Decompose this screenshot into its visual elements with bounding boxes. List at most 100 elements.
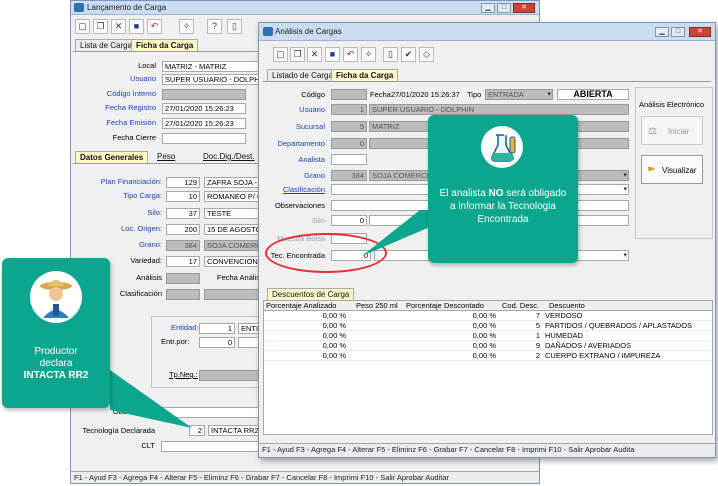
analyst-callout-pre: El analista [439,188,489,199]
tab-descuentos[interactable]: Descuentos de Carga [267,288,355,300]
new-doc-icon[interactable]: ▢ [273,47,288,62]
table-row[interactable]: 0,00 % 0,00 % 7 VERDOSO [264,311,712,321]
table-row[interactable]: 0,00 % 0,00 % 1 HUMEDAD [264,331,712,341]
info-icon[interactable]: ▯ [227,19,242,34]
cell-descuento: PARTIDOS / QUEBRADOS / APLASTADOS [545,321,693,330]
clasificacion-label: Clasificación [119,289,162,298]
table-row[interactable]: 0,00 % 0,00 % 5 PARTIDOS / QUEBRADOS / A… [264,321,712,331]
subtab-peso[interactable]: Peso [153,151,179,163]
analysis-window-title: Análisis de Cargas [275,27,342,36]
delete-icon[interactable]: ✕ [111,19,126,34]
iniciar-button: ⚖ Iniciar [641,116,703,145]
analysis-status-bar: F1 - Ayud F3 - Agrega F4 - Alterar F5 - … [259,443,715,457]
cell-analizado: 0,00 % [322,321,346,330]
fecha-registro-field[interactable]: 27/01/2020 15:26:23 [162,103,246,114]
tipo-code[interactable]: 10 [166,191,200,202]
analista-label: Analista [298,155,325,164]
analysis-minimize-button[interactable]: ▁ [655,27,669,37]
cell-descuento: DAÑADOS / AVERIADOS [545,341,632,350]
producer-line3: INTACTA RR2 [23,370,89,381]
minimize-button[interactable]: ▁ [481,3,495,13]
analyst-callout: El analista NO será obligado a informar … [428,115,578,263]
tipo-label: Tipo Carga: [123,191,162,200]
variedad-code[interactable]: 17 [166,256,200,267]
tipo-select[interactable]: ENTRADA [485,89,553,100]
main-window-title: Lançamento de Carga [87,3,167,12]
departamento-code: 0 [331,138,367,149]
farmer-avatar-icon [30,271,82,323]
entr-code[interactable]: 0 [199,337,235,348]
analisis-label: Análisis [136,273,162,282]
fecha-emision-label: Fecha Emisión [106,118,156,127]
local-label: Local [138,61,156,70]
info-icon[interactable]: ▯ [383,47,398,62]
help-icon[interactable]: ? [207,19,222,34]
cell-cod: 5 [535,321,540,330]
entidad-code[interactable]: 1 [199,323,235,334]
analysis-tab-underline [263,81,711,82]
undo-icon[interactable]: ↶ [147,19,162,34]
subtab-datos-generales[interactable]: Datos Generales [75,151,149,163]
cell-descuento: VERDOSO [545,311,583,320]
sucursal-label: Sucursal [295,122,325,131]
check-icon[interactable]: ✔ [401,47,416,62]
copy-icon[interactable]: ❐ [290,47,305,62]
grano-code: 384 [331,170,367,181]
save-icon[interactable]: ■ [129,19,144,34]
loc-code[interactable]: 200 [166,224,200,235]
delete-icon[interactable]: ✕ [307,47,322,62]
usuario-code: 1 [331,104,367,115]
col-descuento: Descuento [549,301,585,310]
grano-code: 384 [166,240,200,251]
analysis-close-button[interactable]: ✕ [689,27,711,37]
col-peso: Peso 250 ml [356,301,398,310]
clt-field[interactable] [161,441,273,452]
cell-descuento: HUMEDAD [545,331,583,340]
plan-code[interactable]: 129 [166,177,200,188]
estado-badge: ABIERTA [557,89,629,100]
cell-descontado: 0,00 % [472,341,496,350]
fecha-emision-field[interactable]: 27/01/2020 15:26:23 [162,118,246,129]
col-cod: Cod. Desc. [502,301,540,310]
departamento-label: Departamento [277,139,325,148]
analista-field[interactable] [331,154,367,165]
discount-table: Porcentaje Analizado Peso 250 ml Porcent… [263,300,713,435]
silo-code[interactable]: 37 [166,208,200,219]
codigo-interno-field [162,89,246,100]
close-button[interactable]: ✕ [513,3,535,13]
scale-icon: ⚖ [648,126,657,137]
cell-analizado: 0,00 % [322,311,346,320]
flask-icon [481,126,523,168]
observaciones-label: Observaciones [274,201,325,210]
usuario-field[interactable]: SUPER USUARIO - DOLPHIN [162,74,272,85]
table-row[interactable]: 0,00 % 0,00 % 9 DAÑADOS / AVERIADOS [264,341,712,351]
visualizar-button[interactable]: ➽ Visualizar [641,155,703,184]
clear-icon[interactable]: ◇ [419,47,434,62]
tab-ficha-carga[interactable]: Ficha da Carga [131,39,199,51]
producer-line1: Productor [34,346,78,357]
magic-icon[interactable]: ✧ [179,19,194,34]
new-doc-icon[interactable]: ▢ [75,19,90,34]
usuario-name: SUPER USUARIO - DOLPHIN [369,104,629,115]
copy-icon[interactable]: ❐ [93,19,108,34]
save-icon[interactable]: ■ [325,47,340,62]
analyst-callout-text: El analista NO será obligado a informar … [436,187,570,226]
analyst-callout-bold: NO [488,188,504,199]
magic-icon[interactable]: ✧ [361,47,376,62]
grano-label: Grano [304,171,325,180]
subtab-doc-dig[interactable]: Doc.Dig./Dest. [199,151,259,163]
iniciar-label: Iniciar [668,127,690,136]
cell-cod: 1 [535,331,540,340]
table-row[interactable]: 0,00 % 0,00 % 2 CUERPO EXTRANO / IMPUREZ… [264,351,712,361]
producer-line2: declara [39,358,73,369]
loc-label: Loc. Origen: [121,224,162,233]
usuario-label: Usuario [299,105,325,114]
maximize-button[interactable]: □ [497,3,511,13]
local-field[interactable]: MATRIZ - MATRIZ [162,61,272,72]
analysis-maximize-button[interactable]: □ [671,27,685,37]
tab-ficha-carga-analisis[interactable]: Ficha da Carga [331,69,399,81]
fecha-value: 27/01/2020 15:26:37 [391,90,460,99]
undo-icon[interactable]: ↶ [343,47,358,62]
fecha-cierre-field[interactable] [162,133,246,144]
view-icon: ➽ [647,164,656,175]
